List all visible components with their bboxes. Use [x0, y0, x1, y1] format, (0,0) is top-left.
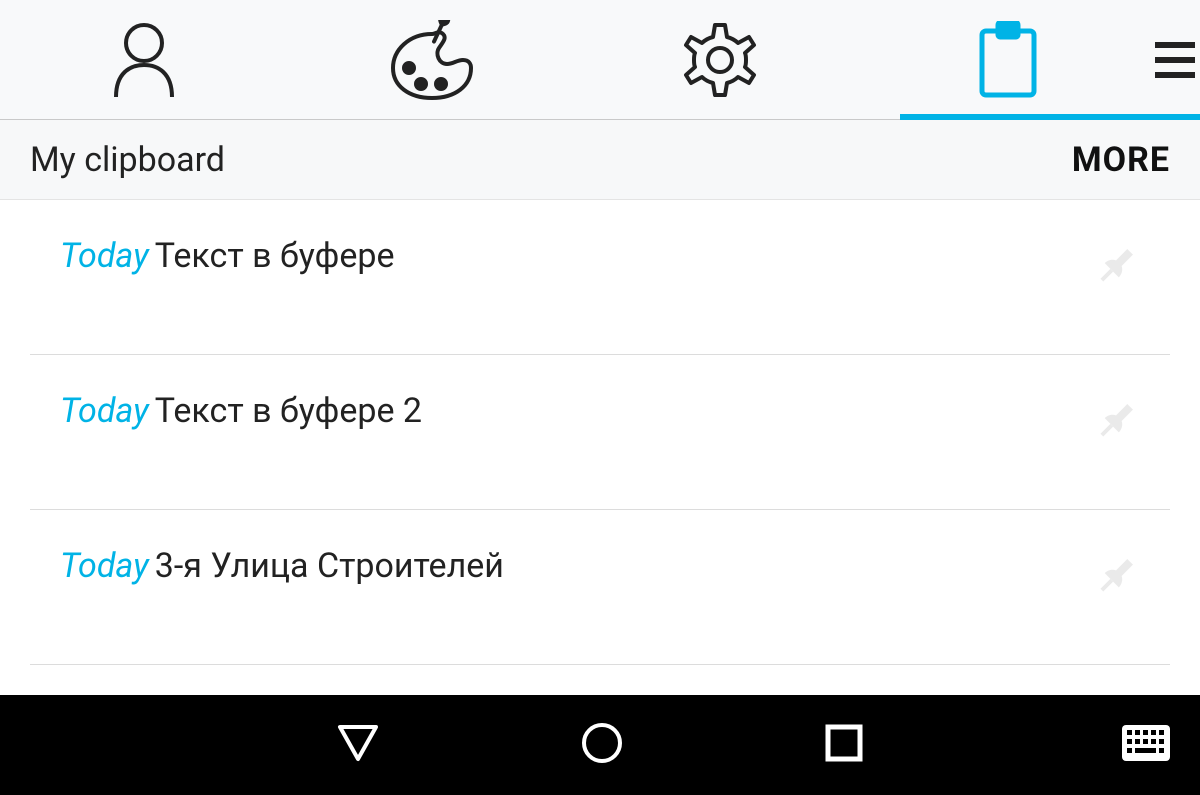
home-circle-icon: [580, 750, 624, 769]
subheader: My clipboard MORE: [0, 120, 1200, 200]
item-text: 3-я Улица Строителей: [155, 546, 504, 586]
more-button[interactable]: MORE: [1072, 140, 1170, 180]
pin-icon[interactable]: [1092, 397, 1140, 449]
recents-button[interactable]: [824, 723, 864, 767]
back-button[interactable]: [336, 723, 380, 767]
item-text: Текст в буфере 2: [155, 391, 422, 431]
tab-settings[interactable]: [576, 0, 864, 119]
clipboard-list: TodayТекст в буфере TodayТекст в буфере …: [0, 200, 1200, 695]
keyboard-button[interactable]: [1122, 725, 1170, 765]
tab-themes[interactable]: [288, 0, 576, 119]
clipboard-icon: [976, 21, 1040, 99]
keyboard-icon: [1122, 746, 1170, 765]
page-title: My clipboard: [30, 140, 225, 180]
pin-icon[interactable]: [1092, 242, 1140, 294]
clipboard-item[interactable]: TodayТекст в буфере: [30, 200, 1170, 355]
profile-icon: [110, 21, 178, 99]
palette-icon: [387, 20, 477, 100]
tab-profile[interactable]: [0, 0, 288, 119]
hamburger-icon: [1155, 42, 1195, 78]
clipboard-item[interactable]: TodayТекст в буфере 2: [30, 355, 1170, 510]
pin-icon[interactable]: [1092, 552, 1140, 604]
home-button[interactable]: [580, 721, 624, 769]
tab-clipboard[interactable]: [864, 0, 1152, 119]
clipboard-item[interactable]: Today3-я Улица Строителей: [30, 510, 1170, 665]
item-date: Today: [60, 391, 149, 431]
system-nav-bar: [0, 695, 1200, 795]
gear-icon: [681, 21, 759, 99]
item-date: Today: [60, 236, 149, 276]
item-text: Текст в буфере: [155, 236, 395, 276]
item-date: Today: [60, 546, 149, 586]
active-tab-indicator: [900, 114, 1200, 120]
top-tab-bar: [0, 0, 1200, 120]
menu-button[interactable]: [1152, 0, 1200, 119]
back-triangle-icon: [336, 748, 380, 767]
recents-square-icon: [824, 748, 864, 767]
